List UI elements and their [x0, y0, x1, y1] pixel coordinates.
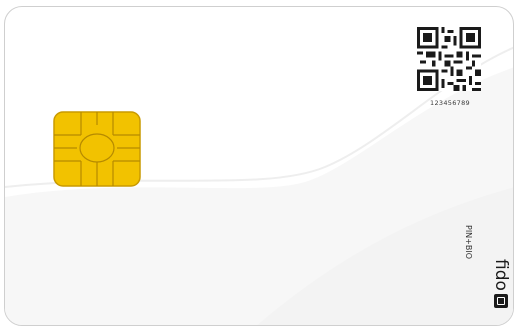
qr-code-icon	[417, 27, 481, 91]
fido-logo: fido	[491, 259, 511, 308]
fido-mark-icon	[494, 293, 508, 308]
pin-bio-label: PIN+BIO	[464, 225, 473, 260]
fido-logo-text: fido	[491, 259, 511, 291]
emv-chip-icon	[53, 111, 141, 187]
serial-number: 123456789	[430, 99, 470, 107]
smart-card: 123456789 PIN+BIO fido	[4, 6, 514, 326]
